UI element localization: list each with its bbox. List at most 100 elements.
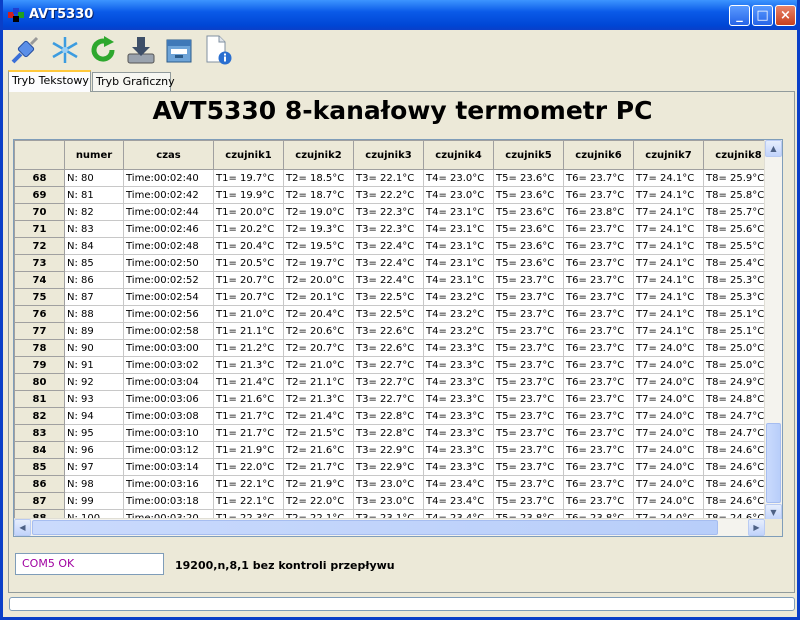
tab-text-mode[interactable]: Tryb Tekstowy bbox=[8, 70, 91, 92]
table-cell[interactable]: T7= 24.0°C bbox=[633, 339, 704, 357]
table-cell[interactable]: T4= 23.1°C bbox=[423, 271, 494, 289]
table-cell[interactable]: T3= 22.4°C bbox=[353, 254, 424, 272]
connect-icon[interactable] bbox=[9, 34, 41, 66]
table-cell[interactable]: T3= 22.4°C bbox=[353, 237, 424, 255]
table-cell[interactable]: T8= 25.0°C bbox=[703, 339, 774, 357]
table-cell[interactable]: T5= 23.7°C bbox=[493, 373, 564, 391]
table-cell[interactable]: Time:00:02:58 bbox=[123, 322, 214, 340]
table-cell[interactable]: T2= 19.7°C bbox=[283, 254, 354, 272]
table-cell[interactable]: T5= 23.6°C bbox=[493, 186, 564, 204]
table-cell[interactable]: T6= 23.7°C bbox=[563, 220, 634, 238]
table-cell[interactable]: T2= 21.0°C bbox=[283, 356, 354, 374]
table-cell[interactable]: T6= 23.7°C bbox=[563, 475, 634, 493]
table-cell[interactable]: T5= 23.7°C bbox=[493, 356, 564, 374]
table-cell[interactable]: T2= 20.7°C bbox=[283, 339, 354, 357]
table-cell[interactable]: T7= 24.1°C bbox=[633, 305, 704, 323]
row-number-cell[interactable]: 72 bbox=[14, 237, 65, 255]
refresh-icon[interactable] bbox=[87, 34, 119, 66]
table-cell[interactable]: T4= 23.3°C bbox=[423, 373, 494, 391]
table-cell[interactable]: T7= 24.1°C bbox=[633, 186, 704, 204]
table-cell[interactable]: Time:00:02:50 bbox=[123, 254, 214, 272]
table-row[interactable]: 80 N: 92 Time:00:03:04 T1= 21.4°C T2= 21.1°C… bbox=[14, 373, 774, 391]
table-row[interactable]: 74 N: 86 Time:00:02:52 T1= 20.7°C T2= 20.0°C… bbox=[14, 271, 774, 289]
table-cell[interactable]: T3= 22.5°C bbox=[353, 288, 424, 306]
table-cell[interactable]: T4= 23.3°C bbox=[423, 407, 494, 425]
table-cell[interactable]: Time:00:02:46 bbox=[123, 220, 214, 238]
column-header-czujnik4[interactable]: czujnik4 bbox=[423, 140, 494, 170]
table-row[interactable]: 85 N: 97 Time:00:03:14 T1= 22.0°C T2= 21.7°C… bbox=[14, 458, 774, 476]
table-cell[interactable]: Time:00:03:14 bbox=[123, 458, 214, 476]
table-cell[interactable]: N: 85 bbox=[64, 254, 124, 272]
table-cell[interactable]: T8= 25.5°C bbox=[703, 237, 774, 255]
maximize-button[interactable]: □ bbox=[752, 5, 773, 26]
table-cell[interactable]: T7= 24.0°C bbox=[633, 475, 704, 493]
table-cell[interactable]: T6= 23.7°C bbox=[563, 356, 634, 374]
table-cell[interactable]: N: 92 bbox=[64, 373, 124, 391]
table-cell[interactable]: T1= 22.1°C bbox=[213, 475, 284, 493]
close-button[interactable]: × bbox=[775, 5, 796, 26]
table-cell[interactable]: T1= 20.5°C bbox=[213, 254, 284, 272]
table-cell[interactable]: T7= 24.0°C bbox=[633, 424, 704, 442]
row-number-cell[interactable]: 76 bbox=[14, 305, 65, 323]
table-cell[interactable]: T7= 24.0°C bbox=[633, 492, 704, 510]
table-row[interactable]: 81 N: 93 Time:00:03:06 T1= 21.6°C T2= 21.3°C… bbox=[14, 390, 774, 408]
table-cell[interactable]: N: 96 bbox=[64, 441, 124, 459]
table-cell[interactable]: N: 82 bbox=[64, 203, 124, 221]
table-cell[interactable]: N: 90 bbox=[64, 339, 124, 357]
table-cell[interactable]: T4= 23.3°C bbox=[423, 424, 494, 442]
table-cell[interactable]: T4= 23.2°C bbox=[423, 305, 494, 323]
table-cell[interactable]: T7= 24.1°C bbox=[633, 203, 704, 221]
title-bar[interactable]: AVT5330 _ □ × bbox=[3, 0, 797, 30]
table-cell[interactable]: T2= 21.1°C bbox=[283, 373, 354, 391]
table-cell[interactable]: T6= 23.7°C bbox=[563, 288, 634, 306]
table-cell[interactable]: T6= 23.7°C bbox=[563, 186, 634, 204]
table-cell[interactable]: T2= 19.5°C bbox=[283, 237, 354, 255]
column-header-czujnik2[interactable]: czujnik2 bbox=[283, 140, 354, 170]
table-cell[interactable]: T5= 23.6°C bbox=[493, 169, 564, 187]
scroll-right-button[interactable]: ▶ bbox=[748, 519, 765, 536]
column-header-czujnik5[interactable]: czujnik5 bbox=[493, 140, 564, 170]
table-cell[interactable]: T6= 23.7°C bbox=[563, 424, 634, 442]
archive-icon[interactable] bbox=[163, 34, 195, 66]
table-cell[interactable]: T3= 22.6°C bbox=[353, 322, 424, 340]
table-row[interactable]: 86 N: 98 Time:00:03:16 T1= 22.1°C T2= 21.9°C… bbox=[14, 475, 774, 493]
row-number-cell[interactable]: 78 bbox=[14, 339, 65, 357]
download-icon[interactable] bbox=[125, 34, 157, 66]
table-cell[interactable]: T4= 23.4°C bbox=[423, 492, 494, 510]
table-cell[interactable]: Time:00:03:10 bbox=[123, 424, 214, 442]
table-cell[interactable]: T4= 23.4°C bbox=[423, 475, 494, 493]
table-cell[interactable]: Time:00:02:56 bbox=[123, 305, 214, 323]
table-cell[interactable]: T8= 24.6°C bbox=[703, 441, 774, 459]
table-cell[interactable]: N: 97 bbox=[64, 458, 124, 476]
table-cell[interactable]: T4= 23.3°C bbox=[423, 441, 494, 459]
table-cell[interactable]: T2= 20.0°C bbox=[283, 271, 354, 289]
row-number-cell[interactable]: 68 bbox=[14, 169, 65, 187]
table-cell[interactable]: T8= 24.6°C bbox=[703, 475, 774, 493]
table-cell[interactable]: T8= 25.3°C bbox=[703, 288, 774, 306]
table-cell[interactable]: T6= 23.8°C bbox=[563, 203, 634, 221]
table-cell[interactable]: T4= 23.3°C bbox=[423, 356, 494, 374]
table-cell[interactable]: T1= 21.1°C bbox=[213, 322, 284, 340]
table-cell[interactable]: T4= 23.1°C bbox=[423, 237, 494, 255]
table-cell[interactable]: T8= 24.9°C bbox=[703, 373, 774, 391]
table-cell[interactable]: T6= 23.7°C bbox=[563, 237, 634, 255]
table-cell[interactable]: T8= 25.3°C bbox=[703, 271, 774, 289]
table-row[interactable]: 72 N: 84 Time:00:02:48 T1= 20.4°C T2= 19.5°C… bbox=[14, 237, 774, 255]
table-cell[interactable]: T6= 23.7°C bbox=[563, 254, 634, 272]
table-cell[interactable]: T7= 24.0°C bbox=[633, 356, 704, 374]
table-cell[interactable]: T7= 24.1°C bbox=[633, 237, 704, 255]
row-number-cell[interactable]: 70 bbox=[14, 203, 65, 221]
scroll-up-button[interactable]: ▲ bbox=[765, 140, 782, 157]
table-cell[interactable]: T3= 22.9°C bbox=[353, 441, 424, 459]
table-row[interactable]: 87 N: 99 Time:00:03:18 T1= 22.1°C T2= 22.0°C… bbox=[14, 492, 774, 510]
table-cell[interactable]: T2= 18.5°C bbox=[283, 169, 354, 187]
table-cell[interactable]: T4= 23.2°C bbox=[423, 322, 494, 340]
table-cell[interactable]: T2= 21.3°C bbox=[283, 390, 354, 408]
row-number-cell[interactable]: 87 bbox=[14, 492, 65, 510]
table-cell[interactable]: T6= 23.7°C bbox=[563, 492, 634, 510]
table-cell[interactable]: T7= 24.1°C bbox=[633, 288, 704, 306]
row-number-cell[interactable]: 84 bbox=[14, 441, 65, 459]
table-cell[interactable]: T4= 23.3°C bbox=[423, 339, 494, 357]
table-cell[interactable]: T3= 22.7°C bbox=[353, 390, 424, 408]
table-cell[interactable]: T7= 24.0°C bbox=[633, 390, 704, 408]
